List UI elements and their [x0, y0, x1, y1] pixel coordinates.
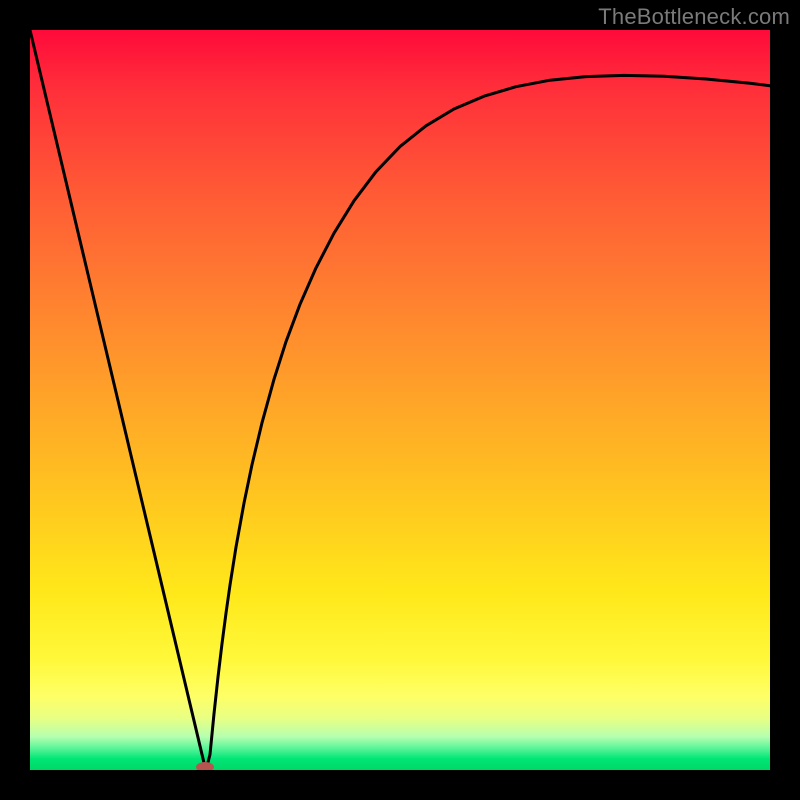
chart-frame: TheBottleneck.com	[0, 0, 800, 800]
minimum-marker	[196, 762, 214, 770]
curve-svg	[30, 30, 770, 770]
watermark-text: TheBottleneck.com	[598, 4, 790, 30]
bottleneck-curve	[30, 30, 770, 767]
plot-area	[30, 30, 770, 770]
